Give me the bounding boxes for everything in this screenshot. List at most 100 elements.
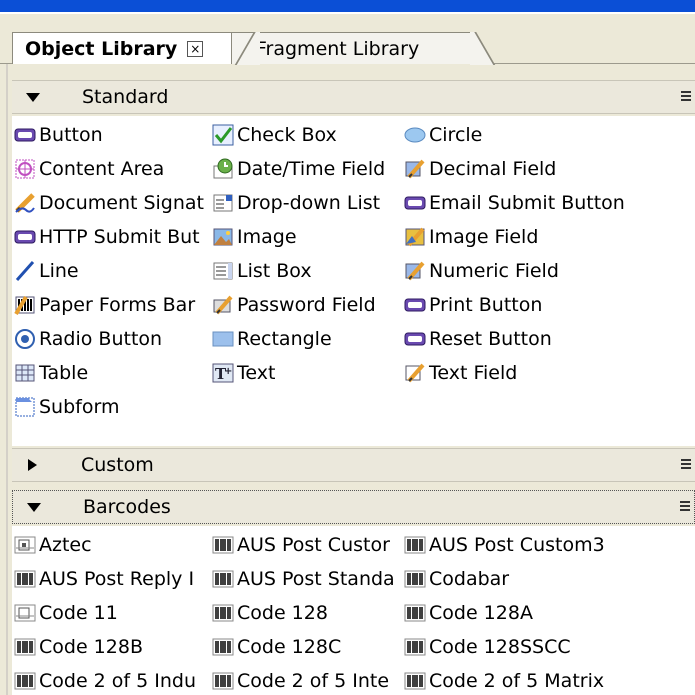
- barcode-item[interactable]: Code 128A: [404, 597, 694, 629]
- barcode-item-label: Code 128C: [237, 636, 342, 658]
- standard-item[interactable]: Image Field: [404, 221, 694, 253]
- barcode-icon: [404, 534, 426, 556]
- standard-item-label: Paper Forms Bar: [39, 294, 196, 316]
- standard-item-label: Reset Button: [429, 328, 552, 350]
- standard-item[interactable]: Table: [14, 357, 212, 389]
- standard-item[interactable]: Line: [14, 255, 212, 287]
- tab-fragment-library[interactable]: Fragment Library: [230, 32, 500, 65]
- barcode-item[interactable]: Code 128C: [212, 631, 404, 663]
- barcode-icon: [404, 568, 426, 590]
- standard-item[interactable]: Image: [212, 221, 404, 253]
- standard-item[interactable]: Radio Button: [14, 323, 212, 355]
- standard-item-label: Circle: [429, 124, 483, 146]
- circle-icon: [404, 124, 426, 146]
- standard-item[interactable]: Circle: [404, 119, 694, 151]
- barcode-item[interactable]: Code 2 of 5 Inte: [212, 665, 404, 695]
- list-box-icon: [212, 260, 234, 282]
- standard-item[interactable]: Password Field: [212, 289, 404, 321]
- print-button-icon: [404, 294, 426, 316]
- tab-fragment-library-label: Fragment Library: [256, 37, 420, 60]
- standard-item[interactable]: Check Box: [212, 119, 404, 151]
- section-header-custom[interactable]: Custom: [12, 448, 695, 482]
- barcode-item-label: Codabar: [429, 568, 510, 590]
- barcode-item-label: Code 11: [39, 602, 118, 624]
- rectangle-icon: [212, 328, 234, 350]
- standard-item[interactable]: Decimal Field: [404, 153, 694, 185]
- barcode-item[interactable]: AUS Post Custom3: [404, 529, 694, 561]
- standard-item[interactable]: T + Text: [212, 357, 404, 389]
- section-header-standard[interactable]: Standard: [12, 80, 695, 114]
- svg-text:+: +: [224, 366, 232, 377]
- standard-item[interactable]: List Box: [212, 255, 404, 287]
- standard-item-label: Image: [237, 226, 297, 248]
- barcode-item-label: Code 2 of 5 Inte: [237, 670, 390, 692]
- section-menu-icon[interactable]: [681, 459, 695, 471]
- barcode-item[interactable]: Code 128B: [14, 631, 212, 663]
- barcode-item-label: Code 128A: [429, 602, 533, 624]
- section-menu-icon[interactable]: [680, 501, 694, 513]
- standard-item[interactable]: Text Field: [404, 357, 694, 389]
- standard-item-label: Text: [237, 362, 276, 384]
- tab-object-library[interactable]: Object Library ×: [12, 32, 232, 64]
- barcode-item[interactable]: Code 2 of 5 Matrix: [404, 665, 694, 695]
- barcode-item-label: Code 128B: [39, 636, 143, 658]
- button-icon: [14, 124, 36, 146]
- standard-items-panel: Button Check Box Circle Content Area Date/Ti…: [12, 116, 695, 446]
- barcode-item[interactable]: Code 128: [212, 597, 404, 629]
- standard-item[interactable]: Email Submit Button: [404, 187, 694, 219]
- standard-item[interactable]: Drop-down List: [212, 187, 404, 219]
- barcode-item-label: Code 2 of 5 Indu: [39, 670, 197, 692]
- document-signature-icon: [14, 192, 36, 214]
- standard-item[interactable]: Rectangle: [212, 323, 404, 355]
- standard-item-label: Rectangle: [237, 328, 332, 350]
- subform-icon: [14, 396, 36, 418]
- barcode-icon: [14, 670, 36, 692]
- barcode-item[interactable]: Codabar: [404, 563, 694, 595]
- barcode-item-label: Code 128: [237, 602, 328, 624]
- barcode-item[interactable]: AUS Post Standa: [212, 563, 404, 595]
- standard-item[interactable]: Date/Time Field: [212, 153, 404, 185]
- panel-left-edge: [6, 64, 8, 695]
- standard-item-label: Numeric Field: [429, 260, 559, 282]
- barcode-item[interactable]: AUS Post Custor: [212, 529, 404, 561]
- barcode-icon: [14, 568, 36, 590]
- barcode-item[interactable]: AUS Post Reply I: [14, 563, 212, 595]
- standard-item[interactable]: Print Button: [404, 289, 694, 321]
- text-field-icon: [404, 362, 426, 384]
- standard-item-label: Line: [39, 260, 79, 282]
- line-icon: [14, 260, 36, 282]
- standard-item[interactable]: Subform: [14, 391, 212, 423]
- standard-item[interactable]: HTTP Submit But: [14, 221, 212, 253]
- section-header-barcodes[interactable]: Barcodes: [12, 490, 695, 524]
- collapse-arrow-icon[interactable]: [27, 502, 41, 512]
- standard-item[interactable]: Button: [14, 119, 212, 151]
- barcodes-items-panel: Aztec AUS Post Custor AUS Post Custom3 AUS …: [12, 526, 695, 695]
- section-menu-icon[interactable]: [681, 91, 695, 103]
- close-icon[interactable]: ×: [187, 40, 204, 57]
- title-bar-strip: [0, 0, 695, 12]
- barcode-item[interactable]: Code 11: [14, 597, 212, 629]
- standard-item-label: Drop-down List: [237, 192, 381, 214]
- barcode-icon: [404, 602, 426, 624]
- standard-item[interactable]: Paper Forms Bar: [14, 289, 212, 321]
- window-title-bar: [0, 0, 695, 14]
- standard-item-label: Document Signat: [39, 192, 205, 214]
- expand-arrow-icon[interactable]: [28, 459, 37, 471]
- standard-item-label: Date/Time Field: [237, 158, 386, 180]
- http-submit-button-icon: [14, 226, 36, 248]
- numeric-field-icon: [404, 260, 426, 282]
- standard-item-label: Content Area: [39, 158, 165, 180]
- barcode-item[interactable]: Aztec: [14, 529, 212, 561]
- barcode-item[interactable]: Code 128SSCC: [404, 631, 694, 663]
- barcode-item-label: Code 128SSCC: [429, 636, 571, 658]
- barcode-item-label: AUS Post Standa: [237, 568, 395, 590]
- aztec-barcode-icon: [14, 534, 36, 556]
- standard-item[interactable]: Content Area: [14, 153, 212, 185]
- section-title-custom: Custom: [81, 454, 154, 476]
- barcode-item[interactable]: Code 2 of 5 Indu: [14, 665, 212, 695]
- collapse-arrow-icon[interactable]: [26, 92, 40, 102]
- standard-item[interactable]: Reset Button: [404, 323, 694, 355]
- standard-item[interactable]: Document Signat: [14, 187, 212, 219]
- text-icon: T +: [212, 362, 234, 384]
- standard-item[interactable]: Numeric Field: [404, 255, 694, 287]
